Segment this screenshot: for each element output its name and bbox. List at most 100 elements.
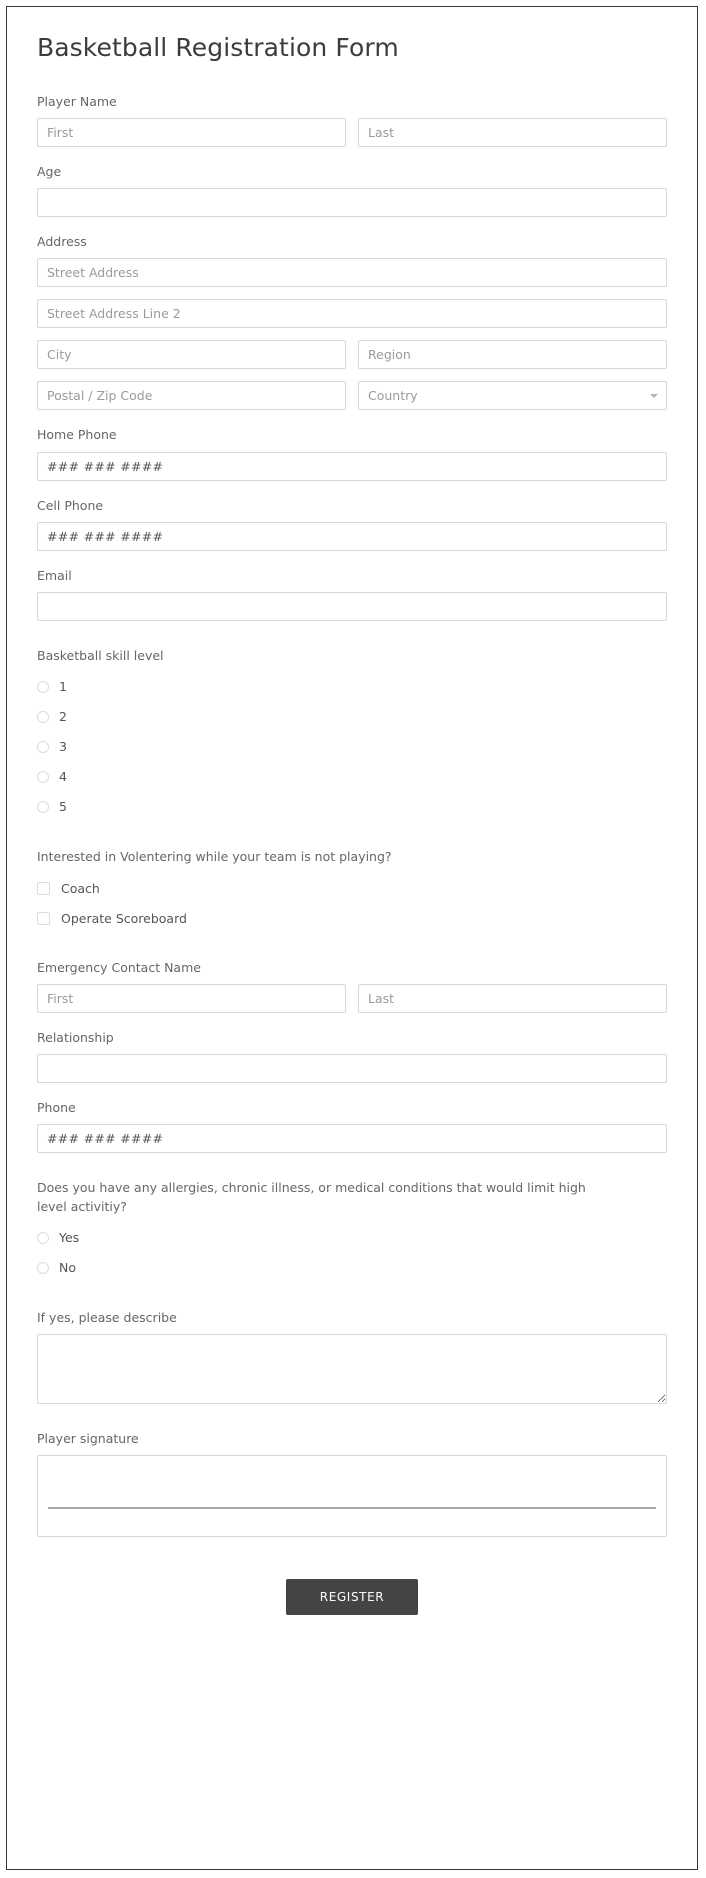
cell-phone-label: Cell Phone: [37, 497, 104, 513]
city-input[interactable]: [37, 340, 346, 370]
email-input[interactable]: [37, 591, 667, 621]
signature-label: Player signature: [37, 1430, 139, 1446]
emergency-last-name-input[interactable]: [358, 984, 667, 1014]
describe-label: If yes, please describe: [37, 1309, 177, 1325]
street-address-line2-input[interactable]: [37, 299, 667, 329]
city-col: [37, 340, 346, 370]
skill-level-option-3[interactable]: 3: [37, 732, 667, 762]
volunteering-option-scoreboard[interactable]: Operate Scoreboard: [37, 903, 667, 933]
country-select-wrapper: Country: [358, 381, 667, 411]
register-button[interactable]: REGISTER: [285, 1578, 419, 1615]
skill-level-option-2[interactable]: 2: [37, 702, 667, 732]
street-address-input[interactable]: [37, 258, 667, 288]
skill-level-option-label: 5: [59, 799, 67, 815]
player-name-field-group: Player Name: [37, 93, 667, 148]
emergency-first-name-col: [37, 984, 346, 1014]
skill-level-option-label: 3: [59, 739, 67, 755]
address-rows: Country: [37, 258, 667, 411]
postal-country-row: Country: [37, 381, 667, 411]
page-title: Basketball Registration Form: [37, 33, 399, 62]
relationship-input[interactable]: [37, 1054, 667, 1084]
cell-phone-input[interactable]: [37, 521, 667, 551]
signature-field-group: Player signature: [37, 1430, 667, 1537]
player-name-label: Player Name: [37, 94, 117, 109]
home-phone-input[interactable]: [37, 451, 667, 481]
email-label: Email: [37, 567, 72, 583]
skill-level-option-label: 1: [59, 679, 67, 695]
skill-level-option-label: 2: [59, 709, 67, 725]
emergency-phone-label: Phone: [37, 1100, 76, 1116]
address-label: Address: [37, 234, 87, 250]
age-input[interactable]: [37, 188, 667, 218]
radio-icon[interactable]: [37, 680, 49, 693]
medical-option-label: No: [59, 1260, 76, 1276]
form-container: Basketball Registration Form Player Name…: [7, 7, 697, 1645]
medical-conditions-field-group: Does you have any allergies, chronic ill…: [37, 1179, 667, 1282]
radio-icon[interactable]: [37, 740, 49, 753]
skill-level-label: Basketball skill level: [37, 647, 164, 663]
emergency-contact-label: Emergency Contact Name: [37, 960, 201, 975]
volunteering-field-group: Interested in Volentering while your tea…: [37, 848, 667, 933]
radio-icon[interactable]: [37, 1231, 49, 1244]
relationship-field-group: Relationship: [37, 1029, 667, 1084]
describe-field-group: If yes, please describe: [37, 1309, 667, 1404]
home-phone-field-group: Home Phone: [37, 426, 667, 481]
postal-zip-code-input[interactable]: [37, 381, 346, 411]
emergency-contact-row: [37, 984, 667, 1014]
submit-area: REGISTER: [37, 1553, 667, 1645]
relationship-label: Relationship: [37, 1030, 114, 1046]
signature-baseline: [48, 1506, 656, 1509]
player-first-name-input[interactable]: [37, 118, 346, 148]
emergency-first-name-input[interactable]: [37, 984, 346, 1014]
medical-conditions-label: Does you have any allergies, chronic ill…: [37, 1180, 586, 1214]
radio-icon[interactable]: [37, 800, 49, 813]
age-label: Age: [37, 164, 62, 180]
describe-textarea[interactable]: [37, 1333, 667, 1404]
medical-radio-group: Yes No: [37, 1223, 667, 1283]
checkbox-icon[interactable]: [37, 911, 50, 925]
address-field-group: Address Street Address Street Address Li…: [37, 233, 667, 411]
country-select[interactable]: Country: [358, 381, 667, 411]
volunteering-option-coach[interactable]: Coach: [37, 873, 667, 903]
medical-option-label: Yes: [59, 1230, 80, 1246]
player-name-row: [37, 118, 667, 148]
region-input[interactable]: [358, 340, 667, 370]
emergency-last-name-col: [358, 984, 667, 1014]
emergency-phone-input[interactable]: [37, 1124, 667, 1154]
medical-option-no[interactable]: No: [37, 1253, 667, 1283]
skill-level-option-4[interactable]: 4: [37, 762, 667, 792]
skill-level-field-group: Basketball skill level 1 2 3 4 5: [37, 647, 667, 822]
player-first-name-col: [37, 118, 346, 148]
medical-option-yes[interactable]: Yes: [37, 1223, 667, 1253]
age-field-group: Age: [37, 163, 667, 218]
checkbox-icon[interactable]: [37, 881, 50, 895]
player-last-name-input[interactable]: [358, 118, 667, 148]
emergency-contact-field-group: Emergency Contact Name: [37, 959, 667, 1014]
volunteering-option-label: Operate Scoreboard: [61, 910, 187, 926]
skill-level-option-1[interactable]: 1: [37, 672, 667, 702]
region-col: [358, 340, 667, 370]
country-select-value: Country: [368, 388, 418, 404]
skill-level-option-label: 4: [59, 769, 67, 785]
cell-phone-field-group: Cell Phone: [37, 497, 667, 551]
radio-icon[interactable]: [37, 710, 49, 723]
city-region-row: [37, 340, 667, 370]
postal-col: [37, 381, 346, 411]
skill-level-option-5[interactable]: 5: [37, 792, 667, 822]
radio-icon[interactable]: [37, 1261, 49, 1274]
player-last-name-col: [358, 118, 667, 148]
signature-pad[interactable]: [37, 1454, 667, 1537]
home-phone-label: Home Phone: [37, 427, 117, 443]
chevron-down-icon: [650, 393, 658, 398]
radio-icon[interactable]: [37, 770, 49, 783]
country-col: Country: [358, 381, 667, 411]
volunteering-label: Interested in Volentering while your tea…: [37, 848, 392, 864]
skill-level-radio-group: 1 2 3 4 5: [37, 672, 667, 822]
email-field-group: Email: [37, 567, 667, 621]
